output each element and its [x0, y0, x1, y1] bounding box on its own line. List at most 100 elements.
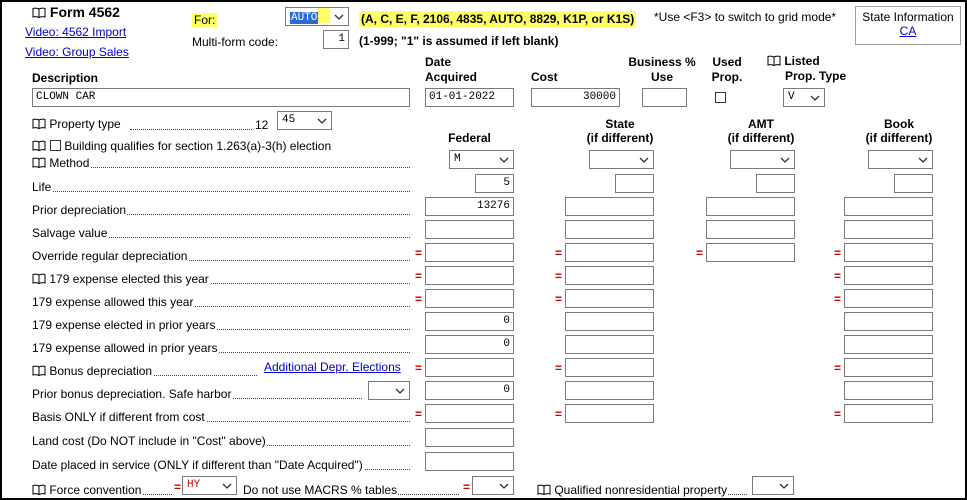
prior-bonus-book-input[interactable]	[844, 381, 933, 400]
book-icon[interactable]	[32, 484, 46, 495]
property-type-dots	[130, 117, 252, 133]
book-icon[interactable]	[767, 55, 781, 66]
elected-179-marker: =	[415, 269, 423, 283]
basis-federal-input[interactable]	[425, 404, 514, 423]
override-state-input[interactable]	[565, 243, 654, 262]
elected-179-book-input[interactable]	[844, 266, 933, 285]
basis-state-input[interactable]	[565, 404, 654, 423]
business-use-label-line1: Business %	[628, 55, 696, 69]
override-marker: =	[555, 246, 563, 260]
bonus-marker: =	[555, 361, 563, 375]
state-ca-link[interactable]: CA	[900, 24, 917, 38]
book-icon[interactable]	[537, 484, 551, 495]
book-icon[interactable]	[32, 118, 46, 129]
force-convention-select[interactable]: HY	[182, 476, 237, 495]
macrs-select[interactable]	[472, 476, 514, 495]
allowed-179-state-input[interactable]	[565, 289, 654, 308]
federal-column-header: Federal	[448, 131, 491, 145]
book-column-header-line1: Book	[884, 117, 914, 131]
for-select[interactable]: AUTO	[285, 7, 349, 26]
basis-marker: =	[555, 407, 563, 421]
allowed-179-federal-input[interactable]	[425, 289, 514, 308]
multiform-code-input[interactable]: 1	[323, 30, 349, 49]
state-information-box: State Information CA	[855, 6, 961, 45]
prior-bonus-federal-input[interactable]: 0	[425, 381, 514, 400]
elected-prior-179-book-input[interactable]	[844, 312, 933, 331]
override-book-input[interactable]	[844, 243, 933, 262]
force-convention-row: Force convention	[32, 482, 172, 498]
override-amt-input[interactable]	[706, 243, 795, 262]
method-federal-value: M	[454, 153, 461, 165]
prior-bonus-state-input[interactable]	[565, 381, 654, 400]
allowed-179-book-input[interactable]	[844, 289, 933, 308]
additional-depr-elections-link[interactable]: Additional Depr. Elections	[264, 360, 401, 374]
land-cost-row: Land cost (Do NOT include in "Cost" abov…	[32, 433, 410, 449]
book-icon[interactable]	[32, 140, 46, 151]
life-state-input[interactable]	[615, 174, 654, 193]
video-4562-import-link[interactable]: Video: 4562 Import	[25, 25, 126, 39]
salvage-amt-input[interactable]	[706, 220, 795, 239]
cost-input[interactable]: 30000	[531, 88, 620, 107]
salvage-state-input[interactable]	[565, 220, 654, 239]
override-federal-input[interactable]	[425, 243, 514, 262]
chevron-down-icon	[222, 483, 232, 489]
prior-depreciation-row: Prior depreciation	[32, 202, 410, 218]
date-placed-input[interactable]	[425, 452, 514, 471]
prior-depreciation-amt-input[interactable]	[706, 197, 795, 216]
description-input[interactable]: CLOWN CAR	[32, 88, 410, 107]
prior-depreciation-book-input[interactable]	[844, 197, 933, 216]
allowed-prior-179-state-input[interactable]	[565, 335, 654, 354]
property-type-label: Property type	[49, 117, 121, 131]
land-cost-input[interactable]	[425, 428, 514, 447]
salvage-federal-input[interactable]	[425, 220, 514, 239]
used-prop-checkbox[interactable]	[715, 92, 726, 103]
elected-179-federal-input[interactable]	[425, 266, 514, 285]
business-use-label-line2: Use	[650, 70, 673, 84]
used-prop-label-line1: Used	[712, 55, 742, 69]
method-state-select[interactable]	[589, 150, 654, 169]
prior-bonus-row: Prior bonus depreciation. Safe harbor	[32, 386, 362, 402]
allowed-prior-179-label: 179 expense allowed in prior years	[32, 341, 219, 355]
elected-179-state-input[interactable]	[565, 266, 654, 285]
state-column-header-line2: (if different)	[586, 131, 654, 145]
book-icon[interactable]	[32, 157, 46, 168]
amt-column-header-line1: AMT	[748, 117, 774, 131]
salvage-book-input[interactable]	[844, 220, 933, 239]
qualified-nonresidential-select[interactable]	[752, 476, 794, 495]
bonus-book-input[interactable]	[844, 358, 933, 377]
book-icon[interactable]	[32, 7, 46, 18]
safe-harbor-select[interactable]	[368, 381, 410, 400]
elected-prior-179-state-input[interactable]	[565, 312, 654, 331]
bonus-federal-input[interactable]	[425, 358, 514, 377]
book-icon[interactable]	[32, 365, 46, 376]
elected-prior-179-federal-input[interactable]: 0	[425, 312, 514, 331]
video-group-sales-link[interactable]: Video: Group Sales	[25, 45, 129, 59]
chevron-down-icon	[918, 157, 928, 163]
life-book-input[interactable]	[894, 174, 933, 193]
prior-depreciation-federal-input[interactable]: 13276	[425, 197, 514, 216]
book-icon[interactable]	[32, 273, 46, 284]
multiform-hint: (1-999; "1" is assumed if left blank)	[359, 34, 559, 48]
allowed-prior-179-federal-input[interactable]: 0	[425, 335, 514, 354]
life-federal-input[interactable]: 5	[475, 174, 514, 193]
business-use-label: Business % Use	[627, 55, 697, 85]
listed-prop-type-select[interactable]: V	[783, 88, 825, 107]
description-label: Description	[32, 71, 99, 85]
basis-marker: =	[834, 407, 842, 421]
building-election-checkbox[interactable]	[50, 140, 62, 151]
business-use-input[interactable]	[642, 88, 687, 107]
cost-label: Cost	[531, 70, 558, 84]
method-federal-select[interactable]: M	[449, 150, 514, 169]
form-4562-panel: Form 4562 Video: 4562 Import Video: Grou…	[0, 0, 967, 500]
basis-book-input[interactable]	[844, 404, 933, 423]
method-book-select[interactable]	[868, 150, 933, 169]
prior-depreciation-state-input[interactable]	[565, 197, 654, 216]
used-prop-label-line2: Prop.	[711, 70, 743, 84]
qualified-nonresidential-row: Qualified nonresidential property	[537, 482, 747, 498]
date-acquired-input[interactable]: 01-01-2022	[425, 88, 514, 107]
method-amt-select[interactable]	[730, 150, 795, 169]
property-type-select[interactable]: 45	[277, 111, 332, 130]
allowed-prior-179-book-input[interactable]	[844, 335, 933, 354]
life-amt-input[interactable]	[756, 174, 795, 193]
bonus-state-input[interactable]	[565, 358, 654, 377]
